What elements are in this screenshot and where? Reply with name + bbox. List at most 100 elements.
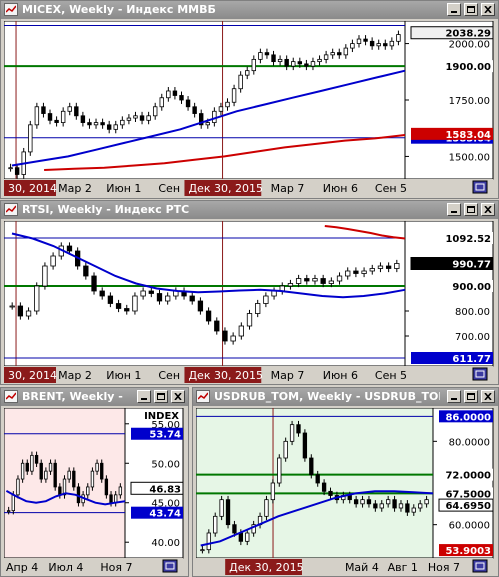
candle[interactable]	[47, 113, 53, 121]
candle[interactable]	[277, 58, 283, 63]
candle[interactable]	[356, 38, 362, 44]
candle[interactable]	[258, 52, 263, 60]
candle[interactable]	[398, 503, 404, 509]
candle[interactable]	[48, 462, 53, 472]
candle[interactable]	[213, 515, 218, 534]
candle[interactable]	[100, 122, 105, 126]
candle[interactable]	[17, 305, 24, 317]
candle[interactable]	[251, 58, 257, 72]
minimize-button[interactable]	[137, 390, 151, 403]
candle[interactable]	[189, 295, 195, 302]
chart-canvas[interactable]: 2000.00 1750.00 1500.00 2038.29 1900.00 1583.…	[4, 21, 495, 198]
candle[interactable]	[231, 88, 237, 103]
candle[interactable]	[336, 275, 343, 282]
candle[interactable]	[148, 290, 154, 294]
candle[interactable]	[60, 110, 66, 123]
rtsi-chart-window[interactable]: RTSI, Weekly - Индекс РТС 800.00 700.00 10…	[0, 200, 499, 385]
candle[interactable]	[245, 532, 250, 542]
candle[interactable]	[166, 90, 171, 99]
brent-chart-window[interactable]: BRENT, Weekly - 55.00 50.00 45.00 40.00 INDE…	[0, 387, 189, 577]
candle[interactable]	[263, 295, 269, 304]
candle[interactable]	[219, 499, 224, 517]
candle[interactable]	[99, 290, 105, 297]
candle[interactable]	[283, 440, 288, 459]
candle[interactable]	[245, 70, 250, 76]
candle[interactable]	[405, 503, 410, 513]
candle[interactable]	[156, 293, 163, 302]
close-button[interactable]	[481, 203, 495, 216]
candle[interactable]	[291, 61, 296, 67]
candle[interactable]	[304, 63, 309, 67]
candle[interactable]	[165, 295, 171, 302]
minimize-button[interactable]	[447, 203, 461, 216]
candle[interactable]	[115, 303, 122, 309]
candle[interactable]	[309, 457, 314, 476]
candle[interactable]	[34, 454, 39, 464]
close-button[interactable]	[481, 3, 495, 16]
candle[interactable]	[394, 263, 400, 269]
candle[interactable]	[379, 503, 384, 509]
candle[interactable]	[44, 470, 48, 480]
candle[interactable]	[124, 308, 130, 312]
candle[interactable]	[315, 474, 320, 484]
chart-canvas[interactable]: 55.0050.0045.0040.00INDEX53.7446.8343.74…	[4, 408, 185, 576]
candle[interactable]	[264, 52, 270, 56]
window-title-bar[interactable]: RTSI, Weekly - Индекс РТС	[1, 201, 498, 219]
maximize-button[interactable]	[154, 390, 168, 403]
candle[interactable]	[41, 106, 46, 114]
candle[interactable]	[225, 101, 230, 108]
candle[interactable]	[113, 124, 118, 130]
candle[interactable]	[172, 90, 178, 96]
candle[interactable]	[302, 432, 308, 459]
candle[interactable]	[139, 115, 145, 121]
candle[interactable]	[118, 486, 123, 496]
candle[interactable]	[369, 40, 375, 47]
candle[interactable]	[86, 486, 90, 496]
candle[interactable]	[310, 61, 316, 67]
candle[interactable]	[80, 115, 86, 123]
candle[interactable]	[100, 462, 104, 480]
candle[interactable]	[345, 270, 351, 277]
candle[interactable]	[396, 34, 401, 42]
candle[interactable]	[386, 499, 391, 505]
candle[interactable]	[337, 52, 342, 56]
candle[interactable]	[9, 305, 15, 308]
candle[interactable]	[289, 424, 295, 442]
candle[interactable]	[54, 119, 59, 123]
candle[interactable]	[323, 54, 329, 60]
candle[interactable]	[418, 503, 423, 509]
candle[interactable]	[42, 265, 48, 287]
candle[interactable]	[132, 295, 138, 312]
candle[interactable]	[104, 478, 109, 496]
candle[interactable]	[297, 61, 303, 65]
candle[interactable]	[366, 499, 372, 505]
axis-scale-button[interactable]	[162, 559, 178, 573]
candle[interactable]	[106, 124, 112, 130]
chart-canvas[interactable]: 80.000060.000086.000072.000067.500064.69…	[196, 408, 495, 576]
candle[interactable]	[424, 499, 429, 505]
candle[interactable]	[72, 470, 76, 488]
candle[interactable]	[214, 320, 220, 332]
candle[interactable]	[238, 532, 243, 542]
close-button[interactable]	[481, 390, 495, 403]
plot-area[interactable]	[4, 221, 406, 367]
candle[interactable]	[212, 110, 217, 123]
candle[interactable]	[90, 470, 95, 488]
candle[interactable]	[238, 74, 243, 90]
candle[interactable]	[296, 424, 301, 434]
candle[interactable]	[53, 462, 57, 488]
candle[interactable]	[369, 268, 375, 272]
candle[interactable]	[50, 255, 56, 267]
candle[interactable]	[328, 280, 334, 284]
candle[interactable]	[222, 330, 228, 342]
candle[interactable]	[317, 58, 322, 63]
candle[interactable]	[205, 122, 210, 126]
candle[interactable]	[392, 499, 397, 509]
candle[interactable]	[25, 310, 32, 317]
candle[interactable]	[28, 124, 33, 153]
candle[interactable]	[350, 43, 355, 49]
candle[interactable]	[93, 122, 99, 126]
candle[interactable]	[312, 278, 318, 282]
candle[interactable]	[206, 532, 211, 551]
candle[interactable]	[255, 303, 261, 314]
